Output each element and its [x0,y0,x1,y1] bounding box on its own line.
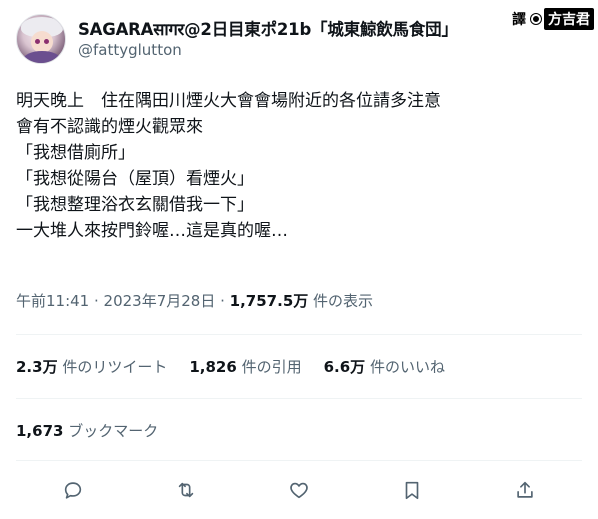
engagement-stats: 2.3万 件のリツイート 1,826 件の引用 6.6万 件のいいね [16,356,445,377]
avatar[interactable] [16,14,66,64]
reply-icon [64,482,81,499]
views-label: 件の表示 [308,292,374,310]
like-icon [290,482,308,499]
action-bar [16,472,582,508]
retweets-count: 2.3万 [16,358,58,376]
translator-name: 方吉君 [544,8,594,30]
like-button[interactable] [281,472,317,508]
translator-credit: 譯 方吉君 [510,8,594,30]
share-icon [517,481,534,498]
likes-label: 件のいいね [365,358,445,376]
tweet-line: 一大堆人來按門鈴喔…這是真的喔… [16,221,288,241]
bookmarks-count: 1,673 [16,422,64,440]
views-count: 1,757.5万 [229,292,309,310]
tweet-date[interactable]: 2023年7月28日 [104,292,216,310]
tweet-header: SAGARAसागर@2日目東ポ21b「城東鯨飲馬食団」 @fattyglutt… [16,12,582,64]
tweet-text: 明天晚上 住在隅田川煙火大會會場附近的各位請多注意 會有不認識的煙火觀眾來 「我… [16,88,582,244]
retweet-icon [178,482,194,498]
retweet-button[interactable] [168,472,204,508]
tweet-meta: 午前11:41 · 2023年7月28日 · 1,757.5万 件の表示 [16,290,373,311]
retweets-stat[interactable]: 2.3万 件のリツイート [16,356,167,377]
retweets-label: 件のリツイート [57,358,168,376]
divider [16,398,582,399]
bookmarks-stat[interactable]: 1,673 ブックマーク [16,420,158,441]
likes-stat[interactable]: 6.6万 件のいいね [324,356,445,377]
reply-button[interactable] [55,472,91,508]
meta-separator: · [89,292,104,310]
divider [16,460,582,461]
meta-separator: · [215,292,230,310]
quotes-label: 件の引用 [236,358,302,376]
translator-dot-icon [531,14,541,24]
bookmark-icon [405,481,419,500]
translator-prefix: 譯 [512,12,526,28]
tweet-line: 明天晚上 住在隅田川煙火大會會場附近的各位請多注意 [16,91,441,111]
tweet-time[interactable]: 午前11:41 [16,292,89,310]
quotes-stat[interactable]: 1,826 件の引用 [189,356,301,377]
tweet-line: 「我想借廁所」 [16,143,135,163]
tweet-line: 「我想整理浴衣玄關借我一下」 [16,195,254,215]
tweet-line: 「我想從陽台（屋頂）看煙火」 [16,169,254,189]
tweet-line: 會有不認識的煙火觀眾來 [16,117,203,137]
author-handle[interactable]: @fattyglutton [78,41,182,59]
likes-count: 6.6万 [323,358,366,376]
author-display-name[interactable]: SAGARAसागर@2日目東ポ21b「城東鯨飲馬食団」 [78,16,458,40]
share-button[interactable] [507,472,543,508]
quotes-count: 1,826 [189,358,237,376]
bookmarks-label: ブックマーク [63,422,159,440]
bookmark-button[interactable] [394,472,430,508]
divider [16,334,582,335]
